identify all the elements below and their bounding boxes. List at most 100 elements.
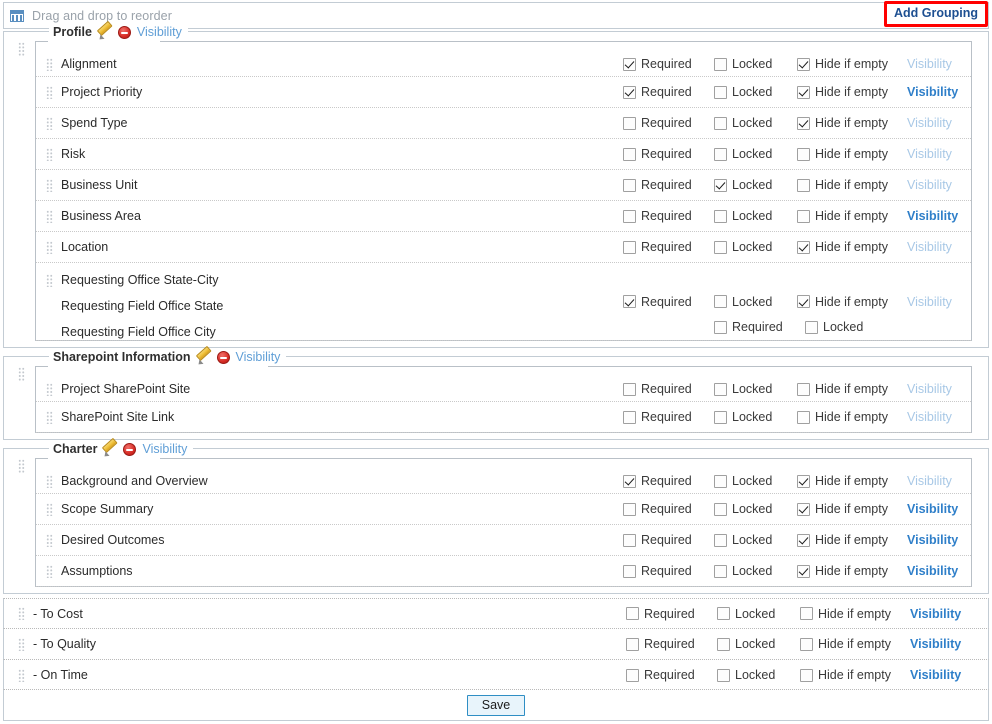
hide-if-empty-label[interactable]: Hide if empty [815,533,888,547]
drag-handle-icon[interactable] [46,209,53,223]
locked-checkbox[interactable] [717,668,730,682]
hide-if-empty-label[interactable]: Hide if empty [815,295,888,309]
save-button[interactable]: Save [466,694,526,716]
hide-if-empty-label[interactable]: Hide if empty [815,410,888,424]
hide-if-empty-label[interactable]: Hide if empty [815,85,888,99]
locked-checkbox[interactable] [714,240,727,254]
required-label[interactable]: Required [732,320,783,334]
delete-circle-icon[interactable] [216,350,230,364]
hide-if-empty-checkbox[interactable] [797,502,810,516]
required-checkbox[interactable] [623,410,636,424]
add-grouping-link[interactable]: Add Grouping [894,6,978,20]
required-label[interactable]: Required [641,240,692,254]
drag-handle-icon[interactable] [46,382,53,396]
hide-if-empty-checkbox[interactable] [797,147,810,161]
locked-label[interactable]: Locked [732,147,772,161]
locked-checkbox[interactable] [714,564,727,578]
hide-if-empty-checkbox[interactable] [797,209,810,223]
hide-if-empty-label[interactable]: Hide if empty [815,564,888,578]
required-label[interactable]: Required [641,533,692,547]
required-checkbox[interactable] [623,116,636,130]
hide-if-empty-label[interactable]: Hide if empty [815,502,888,516]
locked-checkbox[interactable] [714,295,727,309]
locked-checkbox[interactable] [714,116,727,130]
drag-handle-icon[interactable] [46,57,53,71]
drag-handle-icon[interactable] [46,502,53,516]
visibility-link[interactable]: Visibility [907,57,971,71]
drag-handle-icon[interactable] [46,240,53,254]
locked-checkbox[interactable] [714,85,727,99]
hide-if-empty-label[interactable]: Hide if empty [815,240,888,254]
required-checkbox[interactable] [623,178,636,192]
required-checkbox[interactable] [623,533,636,547]
delete-circle-icon[interactable] [123,442,137,456]
hide-if-empty-label[interactable]: Hide if empty [815,178,888,192]
locked-label[interactable]: Locked [732,209,772,223]
locked-label[interactable]: Locked [823,320,863,334]
drag-handle-icon[interactable] [46,273,53,287]
drag-handle-icon[interactable] [18,42,25,57]
group-visibility-link[interactable]: Visibility [142,442,187,456]
locked-label[interactable]: Locked [732,178,772,192]
required-checkbox[interactable] [623,57,636,71]
visibility-link[interactable]: Visibility [907,85,971,99]
visibility-link[interactable]: Visibility [907,474,971,488]
locked-checkbox[interactable] [714,533,727,547]
required-checkbox[interactable] [714,320,727,334]
locked-label[interactable]: Locked [732,533,772,547]
required-label[interactable]: Required [641,564,692,578]
locked-checkbox[interactable] [714,382,727,396]
locked-checkbox[interactable] [717,637,730,651]
required-checkbox[interactable] [626,668,639,682]
required-label[interactable]: Required [641,178,692,192]
hide-if-empty-checkbox[interactable] [800,668,813,682]
visibility-link[interactable]: Visibility [907,382,971,396]
drag-handle-icon[interactable] [46,533,53,547]
required-label[interactable]: Required [641,147,692,161]
locked-label[interactable]: Locked [732,295,772,309]
locked-label[interactable]: Locked [732,116,772,130]
drag-handle-icon[interactable] [18,607,25,620]
hide-if-empty-label[interactable]: Hide if empty [815,382,888,396]
locked-label[interactable]: Locked [732,382,772,396]
locked-checkbox[interactable] [805,320,818,334]
hide-if-empty-label[interactable]: Hide if empty [815,147,888,161]
hide-if-empty-checkbox[interactable] [797,382,810,396]
required-label[interactable]: Required [641,502,692,516]
required-label[interactable]: Required [641,57,692,71]
hide-if-empty-label[interactable]: Hide if empty [815,209,888,223]
locked-label[interactable]: Locked [732,474,772,488]
locked-label[interactable]: Locked [732,85,772,99]
drag-handle-icon[interactable] [46,410,53,424]
visibility-link[interactable]: Visibility [907,116,971,130]
hide-if-empty-checkbox[interactable] [797,85,810,99]
drag-handle-icon[interactable] [18,637,25,651]
drag-handle-icon[interactable] [46,178,53,192]
hide-if-empty-checkbox[interactable] [800,637,813,651]
drag-handle-icon[interactable] [46,564,53,578]
visibility-link[interactable]: Visibility [907,410,971,424]
hide-if-empty-label[interactable]: Hide if empty [815,57,888,71]
visibility-link[interactable]: Visibility [907,209,971,223]
required-checkbox[interactable] [623,295,636,309]
required-checkbox[interactable] [623,564,636,578]
group-visibility-link[interactable]: Visibility [236,350,281,364]
locked-checkbox[interactable] [714,57,727,71]
required-label[interactable]: Required [644,607,695,621]
pencil-icon[interactable] [103,442,117,456]
hide-if-empty-checkbox[interactable] [797,533,810,547]
locked-checkbox[interactable] [714,178,727,192]
visibility-link[interactable]: Visibility [910,607,974,621]
required-checkbox[interactable] [623,240,636,254]
required-label[interactable]: Required [644,668,695,682]
visibility-link[interactable]: Visibility [910,668,974,682]
group-visibility-link[interactable]: Visibility [137,25,182,39]
visibility-link[interactable]: Visibility [907,564,971,578]
visibility-link[interactable]: Visibility [907,533,971,547]
locked-checkbox[interactable] [714,209,727,223]
required-label[interactable]: Required [641,116,692,130]
required-checkbox[interactable] [623,474,636,488]
locked-label[interactable]: Locked [735,668,775,682]
hide-if-empty-label[interactable]: Hide if empty [815,474,888,488]
hide-if-empty-checkbox[interactable] [797,57,810,71]
